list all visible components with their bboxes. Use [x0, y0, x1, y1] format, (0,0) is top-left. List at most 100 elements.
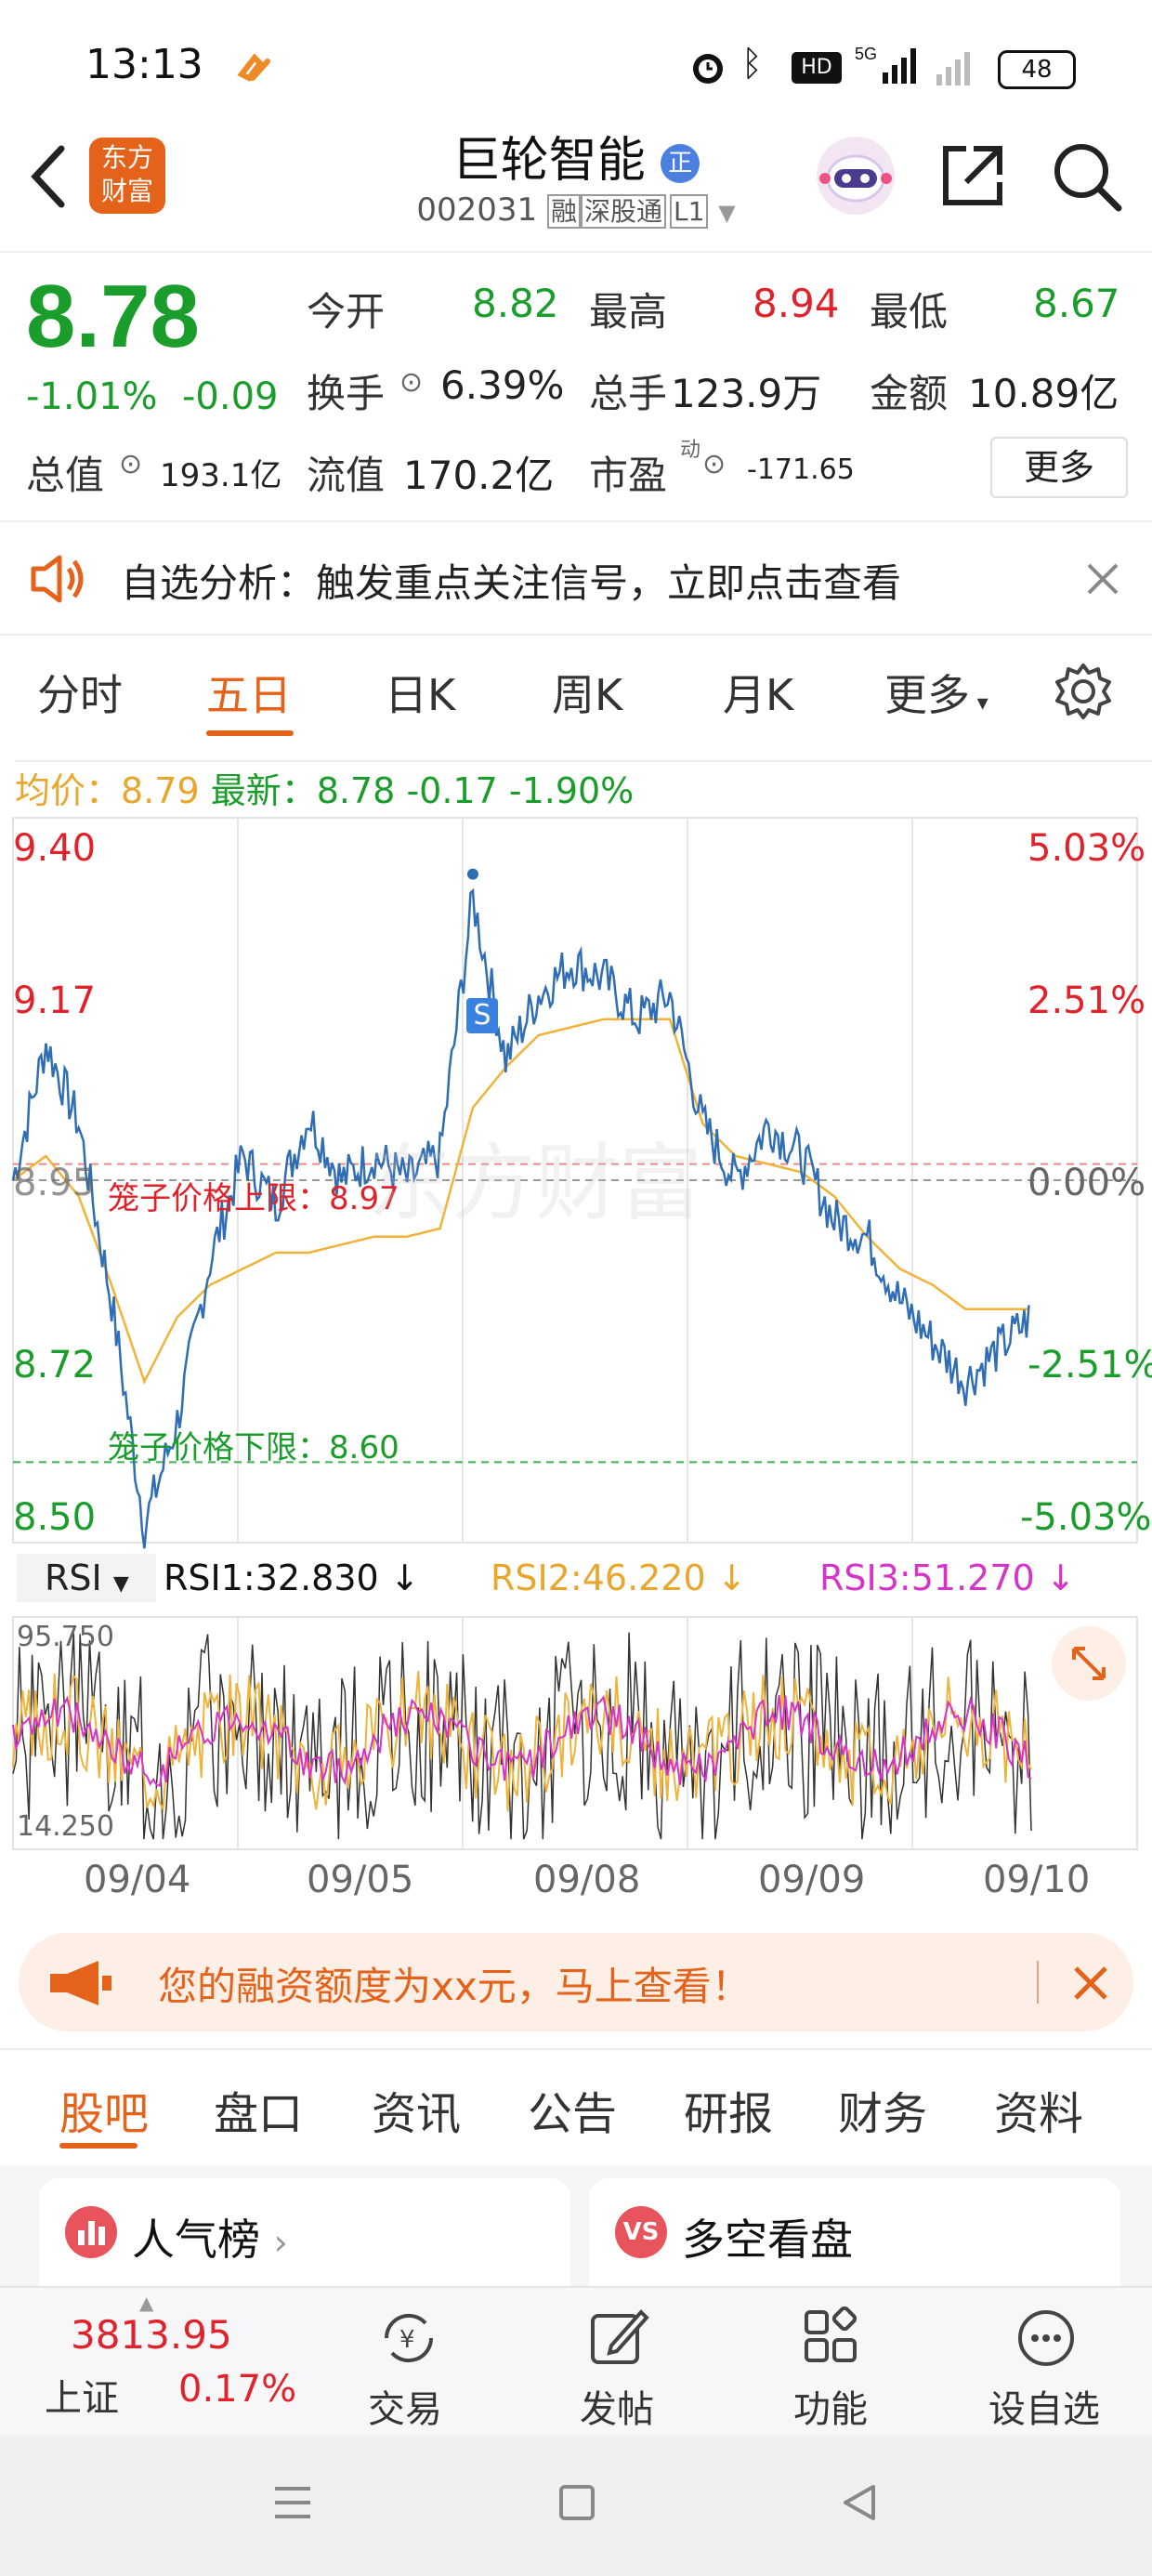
- chevron-down-icon: ▼: [718, 200, 736, 226]
- indicator-selector[interactable]: RSI ▼: [17, 1554, 156, 1602]
- expand-button[interactable]: [1052, 1626, 1126, 1701]
- notice-label: 自选分析：: [121, 560, 317, 606]
- info-icon[interactable]: ⊙: [399, 366, 423, 399]
- float-label: 流值: [307, 453, 386, 498]
- close-icon[interactable]: [1083, 559, 1122, 598]
- rsi1-line: [12, 1632, 1032, 1840]
- low-label: 最低: [870, 289, 949, 335]
- info-icon[interactable]: ⊙: [119, 448, 142, 480]
- y-tick-left-0: 9.40: [13, 827, 97, 870]
- tab-weekly-k[interactable]: 周K: [552, 662, 622, 723]
- caret-down-icon: ▾: [970, 690, 988, 716]
- tab-announcements[interactable]: 公告: [528, 2077, 617, 2142]
- robot-assistant-icon[interactable]: [814, 134, 897, 217]
- open-value: 8.82: [472, 281, 559, 326]
- popularity-card-title: 人气榜 ›: [132, 2206, 288, 2267]
- info-icon[interactable]: ⊙: [702, 448, 726, 480]
- y-tick-left-2: 8.95: [13, 1162, 97, 1204]
- tab-monthly-k[interactable]: 月K: [723, 662, 793, 723]
- index-value[interactable]: 3813.95: [71, 2312, 232, 2358]
- x-tick-0: 09/04: [84, 1859, 191, 1901]
- tab-news[interactable]: 资讯: [372, 2077, 461, 2142]
- index-pct[interactable]: 0.17%: [178, 2368, 296, 2411]
- home-icon[interactable]: [554, 2479, 600, 2526]
- more-button[interactable]: 更多: [990, 437, 1128, 498]
- high-value: 8.94: [753, 281, 840, 326]
- tab-five-day[interactable]: 五日: [206, 662, 292, 723]
- indicator-label: RSI: [45, 1557, 102, 1598]
- svg-text:5G: 5G: [855, 45, 877, 63]
- rsi2-value: RSI2:46.220 ↓: [491, 1557, 747, 1598]
- popularity-title-text: 人气榜: [132, 2215, 260, 2265]
- sell-marker[interactable]: S: [466, 998, 498, 1033]
- search-icon[interactable]: [1050, 139, 1124, 214]
- y-tick-right-4: -5.03%: [1020, 1496, 1152, 1539]
- tab-profile[interactable]: 资料: [994, 2077, 1083, 2142]
- tab-finance[interactable]: 财务: [838, 2077, 927, 2142]
- nav-functions[interactable]: 功能: [747, 2307, 914, 2431]
- nav-add-watchlist[interactable]: 设自选: [961, 2307, 1128, 2431]
- nav-trade[interactable]: ¥ 交易: [321, 2307, 489, 2431]
- svg-text:¥: ¥: [399, 2326, 415, 2354]
- y-tick-left-3: 8.72: [13, 1344, 97, 1387]
- high-label: 最高: [589, 289, 668, 335]
- edit-icon: [591, 2309, 649, 2364]
- tab-guba[interactable]: 股吧: [59, 2077, 149, 2142]
- y-tick-left-1: 9.17: [13, 979, 97, 1022]
- tab-intraday[interactable]: 分时: [37, 662, 123, 723]
- y-tick-right-0: 5.03%: [1028, 827, 1146, 870]
- back-nav-icon[interactable]: [836, 2479, 883, 2526]
- level-tag: L1: [669, 194, 709, 229]
- amount-value: 10.89亿: [968, 371, 1119, 416]
- tab-research[interactable]: 研报: [684, 2077, 773, 2142]
- share-icon[interactable]: [938, 141, 1007, 210]
- rsi2-text: RSI2:46.220: [491, 1557, 706, 1598]
- alarm-icon: [693, 54, 723, 84]
- five-day-chart[interactable]: [0, 743, 1152, 1905]
- rsi-max-label: 95.750: [17, 1621, 114, 1653]
- y-tick-right-3: -2.51%: [1028, 1344, 1152, 1387]
- margin-tag: 融: [546, 194, 581, 229]
- amount-label: 金额: [870, 371, 949, 416]
- active-tab-indicator: [59, 2143, 137, 2149]
- float-value: 170.2亿: [403, 453, 555, 498]
- stock-name-text: 巨轮智能: [452, 133, 646, 189]
- y-tick-right-2: 0.00%: [1028, 1162, 1146, 1204]
- nav-trade-label: 交易: [368, 2388, 442, 2431]
- menu-icon[interactable]: [269, 2479, 316, 2526]
- chart-bar-icon: [65, 2206, 117, 2258]
- long-short-card-title: 多空看盘: [682, 2215, 853, 2265]
- rsi1-text: RSI1:32.830: [164, 1557, 379, 1598]
- vs-icon: VS: [615, 2206, 667, 2258]
- watermark: 东方财富: [368, 1135, 702, 1232]
- nav-post[interactable]: 发帖: [533, 2307, 700, 2431]
- x-tick-4: 09/10: [983, 1859, 1091, 1901]
- close-icon[interactable]: [1070, 1963, 1111, 2004]
- system-nav-bar: [0, 2435, 1152, 2576]
- nav-functions-label: 功能: [793, 2388, 868, 2431]
- tab-daily-k[interactable]: 日K: [385, 662, 455, 723]
- gear-icon[interactable]: [1054, 662, 1113, 721]
- connect-tag: 深股通: [580, 194, 666, 229]
- speaker-icon: [31, 555, 84, 603]
- x-tick-2: 09/08: [533, 1859, 641, 1901]
- battery-icon: 48: [998, 50, 1076, 89]
- x-tick-1: 09/05: [307, 1859, 414, 1901]
- bluetooth-icon: ᛒ: [741, 43, 763, 84]
- low-value: 8.67: [1033, 281, 1120, 326]
- notice-text: 触发重点关注信号，立即点击查看: [316, 560, 902, 606]
- promo-banner[interactable]: 您的融资额度为xx元，马上查看！: [19, 1933, 1133, 2031]
- y-tick-right-1: 2.51%: [1028, 979, 1146, 1022]
- active-tab-indicator: [206, 730, 294, 736]
- tab-more[interactable]: 更多 ▾: [884, 662, 988, 723]
- upper-limit-label: 笼子价格上限：8.97: [108, 1180, 399, 1217]
- tab-pankou[interactable]: 盘口: [214, 2077, 303, 2142]
- index-name[interactable]: 上证: [45, 2368, 119, 2422]
- rsi3-value: RSI3:51.270 ↓: [819, 1557, 1076, 1598]
- turnover-label: 换手: [307, 371, 386, 416]
- mktcap-label: 总值: [26, 453, 105, 498]
- lower-limit-label: 笼子价格下限：8.60: [108, 1429, 399, 1466]
- notice-bar[interactable]: 自选分析：触发重点关注信号，立即点击查看: [0, 520, 1152, 636]
- signal-5g-icon: 5G: [855, 45, 916, 84]
- high-point-marker: [466, 868, 478, 880]
